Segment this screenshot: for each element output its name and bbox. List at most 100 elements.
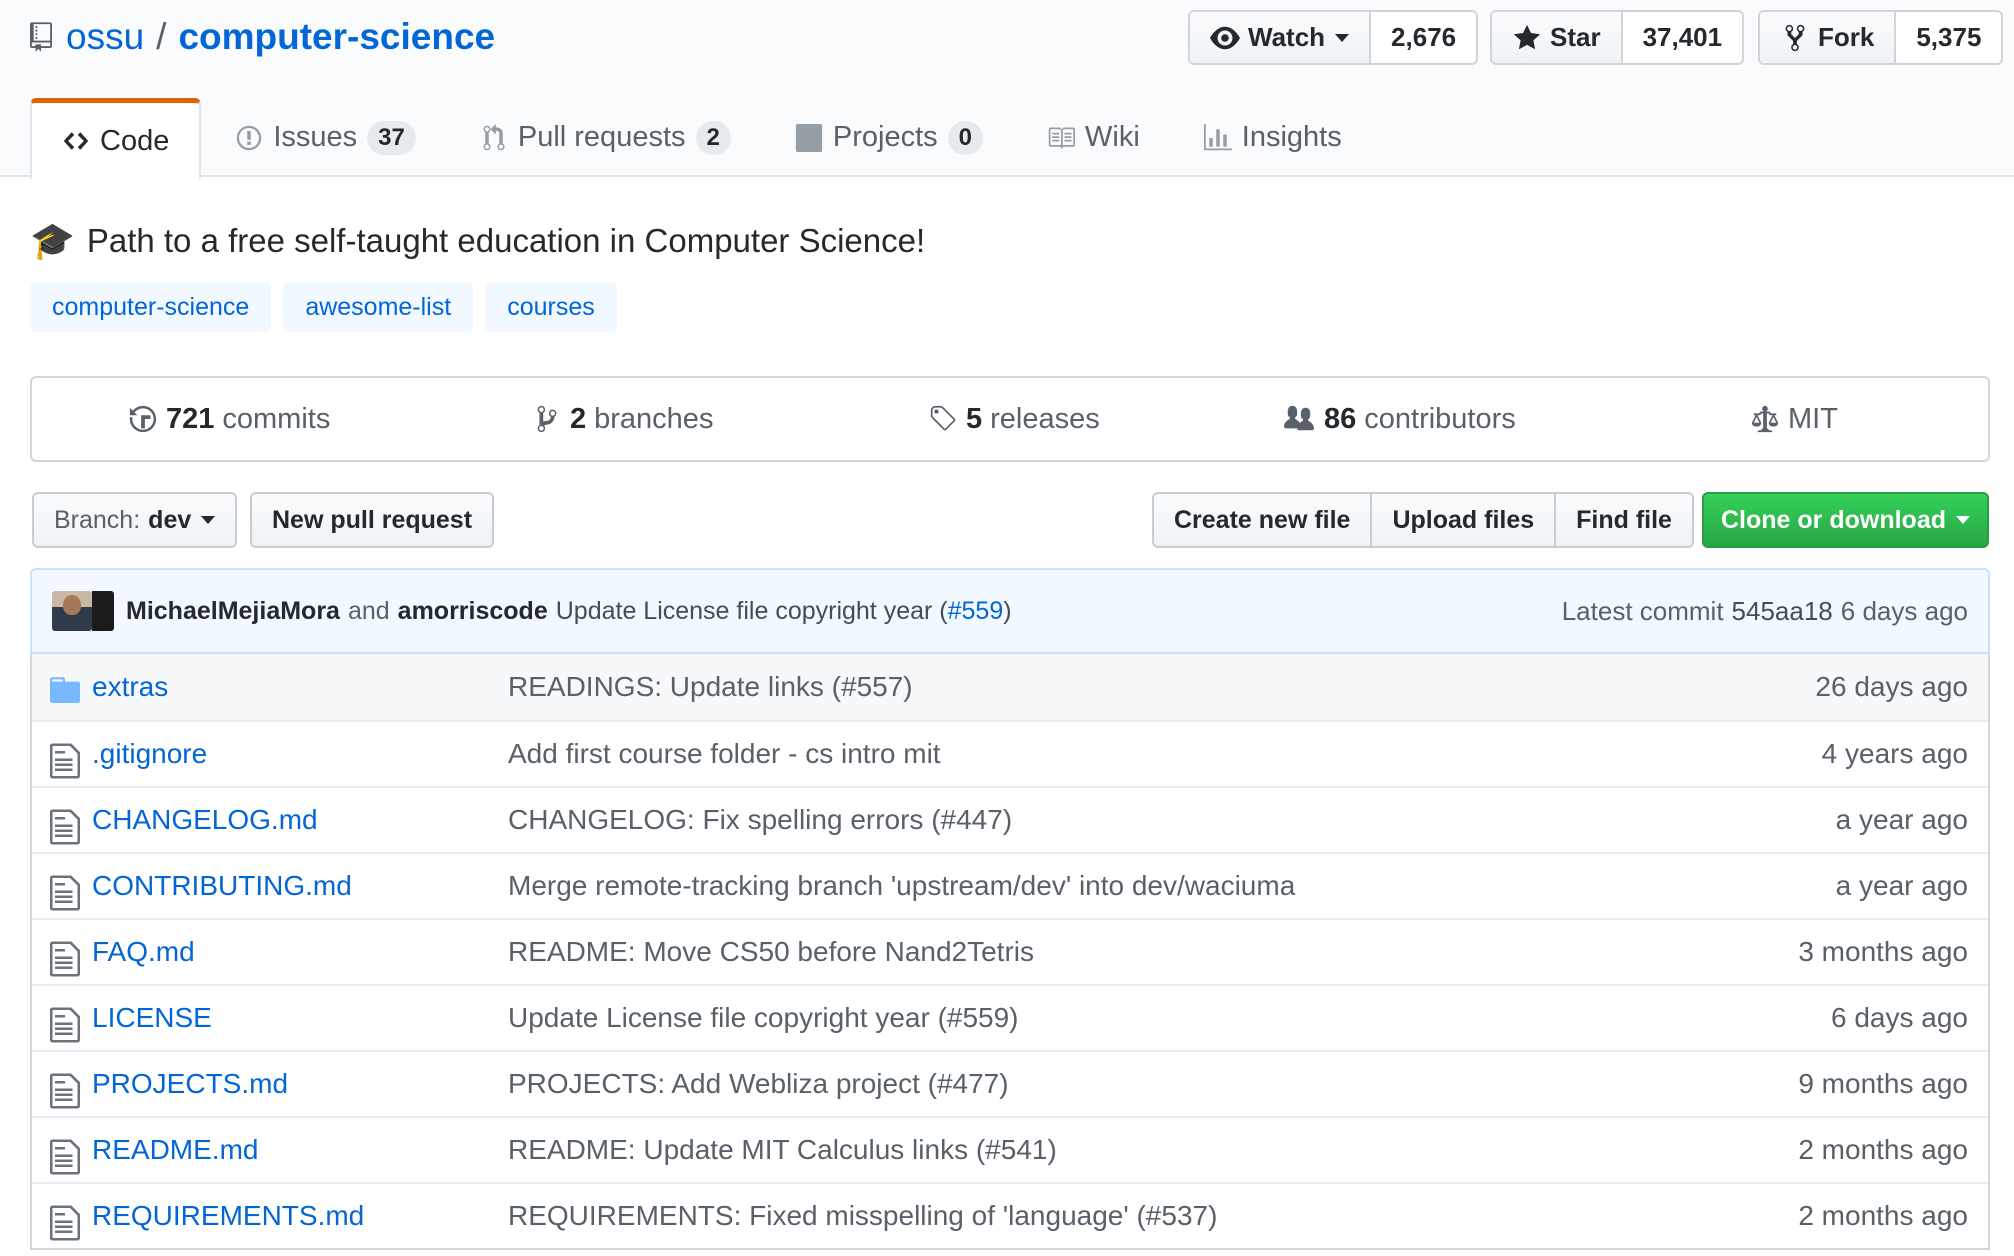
tab-label: Insights — [1241, 121, 1342, 153]
repo-owner-link[interactable]: ossu — [66, 16, 144, 58]
commit-message-text: Update License file copyright year ( — [555, 596, 948, 625]
tab-insights[interactable]: Insights — [1174, 98, 1372, 177]
table-row: CONTRIBUTING.md Merge remote-tracking bra… — [32, 852, 1988, 918]
file-icon — [50, 807, 80, 845]
people-icon — [1284, 405, 1314, 431]
branch-select-button[interactable]: Branch: dev — [32, 492, 238, 548]
pull-request-icon — [483, 123, 505, 150]
tab-pull-requests[interactable]: Pull requests 2 — [450, 98, 761, 177]
tab-label: Projects — [832, 121, 938, 153]
file-commit-age: 2 months ago — [1798, 1134, 1968, 1165]
numbers-summary: 721 commits 2 branches 5 releases 86 con… — [30, 376, 1990, 462]
file-commit-message-link[interactable]: README: Move CS50 before Nand2Tetris — [508, 936, 1034, 968]
file-commit-age: 4 years ago — [1821, 738, 1968, 769]
commits-link[interactable]: 721 commits — [128, 378, 330, 460]
branch-label: Branch: — [54, 505, 141, 534]
tab-wiki[interactable]: Wiki — [1017, 98, 1170, 177]
file-name-link[interactable]: extras — [92, 671, 168, 703]
repo-description: 🎓 Path to a free self-taught education i… — [30, 220, 925, 262]
file-name-link[interactable]: REQUIREMENTS.md — [92, 1200, 364, 1232]
file-name-link[interactable]: CHANGELOG.md — [92, 804, 318, 836]
commit-pr-link[interactable]: #559 — [948, 597, 1004, 625]
watch-button[interactable]: Watch — [1190, 12, 1372, 63]
fork-label: Fork — [1818, 22, 1875, 52]
book-icon — [1048, 127, 1075, 148]
contributors-count: 86 — [1324, 402, 1357, 435]
file-commit-age: 6 days ago — [1831, 1002, 1968, 1033]
license-link[interactable]: MIT — [1750, 378, 1838, 460]
find-file-button[interactable]: Find file — [1556, 494, 1692, 546]
commit-sha-link[interactable]: 545aa18 — [1732, 596, 1833, 627]
chevron-down-icon — [1956, 516, 1970, 524]
file-commit-message-link[interactable]: Update License file copyright year (#559… — [508, 1002, 1019, 1034]
table-row: FAQ.md README: Move CS50 before Nand2Tetr… — [32, 918, 1988, 984]
file-name-link[interactable]: PROJECTS.md — [92, 1068, 288, 1100]
watch-button-group: Watch 2,676 — [1188, 10, 1479, 65]
star-label: Star — [1550, 22, 1601, 52]
topic-list: computer-science awesome-list courses — [30, 282, 629, 332]
create-new-file-button[interactable]: Create new file — [1154, 494, 1373, 546]
file-commit-message-link[interactable]: CHANGELOG: Fix spelling errors (#447) — [508, 804, 1012, 836]
clone-label: Clone or download — [1721, 505, 1946, 534]
watch-count[interactable]: 2,676 — [1371, 12, 1476, 63]
law-icon — [1751, 405, 1779, 433]
commit-message[interactable]: Update License file copyright year (#559… — [556, 597, 1012, 626]
graduation-cap-icon: 🎓 — [30, 220, 75, 261]
graph-icon — [1203, 123, 1232, 150]
tab-label: Issues — [273, 121, 358, 153]
file-commit-message-link[interactable]: Merge remote-tracking branch 'upstream/d… — [508, 870, 1295, 902]
repo-name-link[interactable]: computer-science — [178, 16, 495, 58]
branches-link[interactable]: 2 branches — [532, 378, 713, 460]
file-icon — [50, 1005, 80, 1043]
commit-meta: Latest commit 545aa18 6 days ago — [1562, 570, 1968, 652]
star-icon — [1513, 24, 1541, 49]
commit-avatars[interactable] — [52, 591, 114, 631]
file-name-link[interactable]: CONTRIBUTING.md — [92, 870, 352, 902]
commit-and-text: and — [347, 596, 390, 625]
tab-projects[interactable]: Projects 0 — [765, 98, 1013, 177]
fork-count[interactable]: 5,375 — [1896, 12, 2001, 63]
branch-value: dev — [148, 505, 192, 534]
table-row: README.md README: Update MIT Calculus lin… — [32, 1116, 1988, 1182]
clone-or-download-button[interactable]: Clone or download — [1702, 492, 1989, 548]
file-commit-message-link[interactable]: Add first course folder - cs intro mit — [508, 738, 941, 770]
table-row: .gitignore Add first course folder - cs i… — [32, 720, 1988, 786]
tab-issues[interactable]: Issues 37 — [205, 98, 446, 177]
table-row: REQUIREMENTS.md REQUIREMENTS: Fixed missp… — [32, 1182, 1988, 1248]
topic-tag[interactable]: courses — [485, 282, 617, 332]
star-count[interactable]: 37,401 — [1623, 12, 1743, 63]
contributors-link[interactable]: 86 contributors — [1282, 378, 1516, 460]
file-icon — [50, 1203, 80, 1241]
file-name-link[interactable]: FAQ.md — [92, 936, 195, 968]
tab-code[interactable]: Code — [30, 98, 202, 179]
file-commit-message-link[interactable]: README: Update MIT Calculus links (#541) — [508, 1134, 1057, 1166]
file-commit-message-link[interactable]: REQUIREMENTS: Fixed misspelling of 'lang… — [508, 1200, 1217, 1232]
topic-tag[interactable]: computer-science — [30, 282, 272, 332]
file-name-link[interactable]: LICENSE — [92, 1002, 212, 1034]
commit-author-link[interactable]: MichaelMejiaMora — [126, 597, 340, 626]
file-name-link[interactable]: README.md — [92, 1134, 258, 1166]
fork-button-group: Fork 5,375 — [1758, 10, 2004, 65]
upload-files-button[interactable]: Upload files — [1372, 494, 1557, 546]
star-button[interactable]: Star — [1492, 12, 1623, 63]
fork-button[interactable]: Fork — [1760, 12, 1897, 63]
releases-link[interactable]: 5 releases — [928, 378, 1100, 460]
repo-path-separator: / — [156, 16, 167, 57]
file-commit-message-link[interactable]: PROJECTS: Add Webliza project (#477) — [508, 1068, 1009, 1100]
file-commit-age: 9 months ago — [1798, 1068, 1968, 1099]
branch-icon — [537, 405, 557, 433]
releases-label: releases — [990, 402, 1100, 435]
file-commit-message-link[interactable]: READINGS: Update links (#557) — [508, 671, 913, 703]
file-name-link[interactable]: .gitignore — [92, 738, 207, 770]
pull-requests-counter: 2 — [695, 120, 731, 155]
commit-author-link[interactable]: amorriscode — [398, 597, 548, 626]
code-icon — [63, 132, 89, 150]
topic-tag[interactable]: awesome-list — [283, 282, 474, 332]
file-commit-age: 2 months ago — [1798, 1200, 1968, 1231]
branches-count: 2 — [570, 402, 587, 435]
releases-count: 5 — [966, 402, 983, 435]
table-row: PROJECTS.md PROJECTS: Add Webliza project… — [32, 1050, 1988, 1116]
new-pull-request-button[interactable]: New pull request — [250, 492, 495, 548]
folder-icon — [50, 673, 80, 703]
commit-message-end: ) — [1003, 596, 1012, 625]
